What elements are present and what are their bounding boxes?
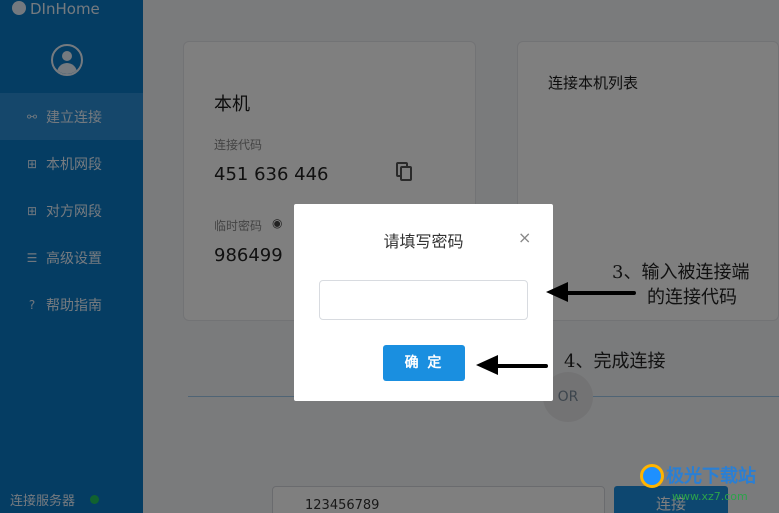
watermark: 极光下载站 www.xz7.com [636,462,779,513]
annotation-step3-line1: 3、输入被连接端 [612,262,750,283]
password-input[interactable] [319,280,528,320]
arrow-left-icon [546,282,636,304]
watermark-logo-icon [640,464,664,488]
close-icon[interactable]: × [518,228,531,247]
confirm-button[interactable]: 确 定 [383,345,465,381]
dialog-title: 请填写密码 [383,232,464,251]
annotation-step4: 4、完成连接 [564,351,666,372]
watermark-url: www.xz7.com [672,490,748,503]
annotation-step3-line2: 的连接代码 [647,287,737,308]
watermark-text: 极光下载站 [666,466,756,487]
arrow-left-icon [476,355,548,377]
